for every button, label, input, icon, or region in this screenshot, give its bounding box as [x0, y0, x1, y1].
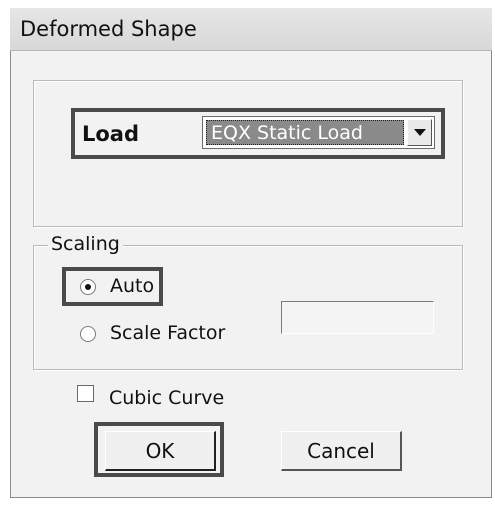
load-selected-value: EQX Static Load	[211, 122, 363, 144]
cubic-curve-checkbox[interactable]	[77, 385, 94, 402]
scale-factor-label[interactable]: Scale Factor	[110, 322, 225, 344]
auto-label[interactable]: Auto	[110, 275, 154, 297]
scale-factor-radio[interactable]	[80, 326, 96, 342]
auto-radio[interactable]	[80, 279, 96, 295]
window-title: Deformed Shape	[20, 17, 197, 41]
chevron-down-icon	[414, 129, 426, 136]
scaling-caption: Scaling	[48, 233, 123, 255]
radio-selected-dot	[85, 284, 91, 290]
title-bar: Deformed Shape	[10, 8, 492, 51]
scale-factor-input[interactable]	[281, 301, 434, 334]
cubic-curve-label[interactable]: Cubic Curve	[109, 387, 224, 409]
load-dropdown-button[interactable]	[407, 119, 432, 146]
cancel-button[interactable]: Cancel	[281, 431, 402, 471]
ok-button[interactable]: OK	[105, 431, 216, 471]
load-combobox-value-box[interactable]: EQX Static Load	[206, 120, 404, 145]
load-label: Load	[82, 122, 140, 146]
load-combobox[interactable]: EQX Static Load	[202, 116, 435, 149]
